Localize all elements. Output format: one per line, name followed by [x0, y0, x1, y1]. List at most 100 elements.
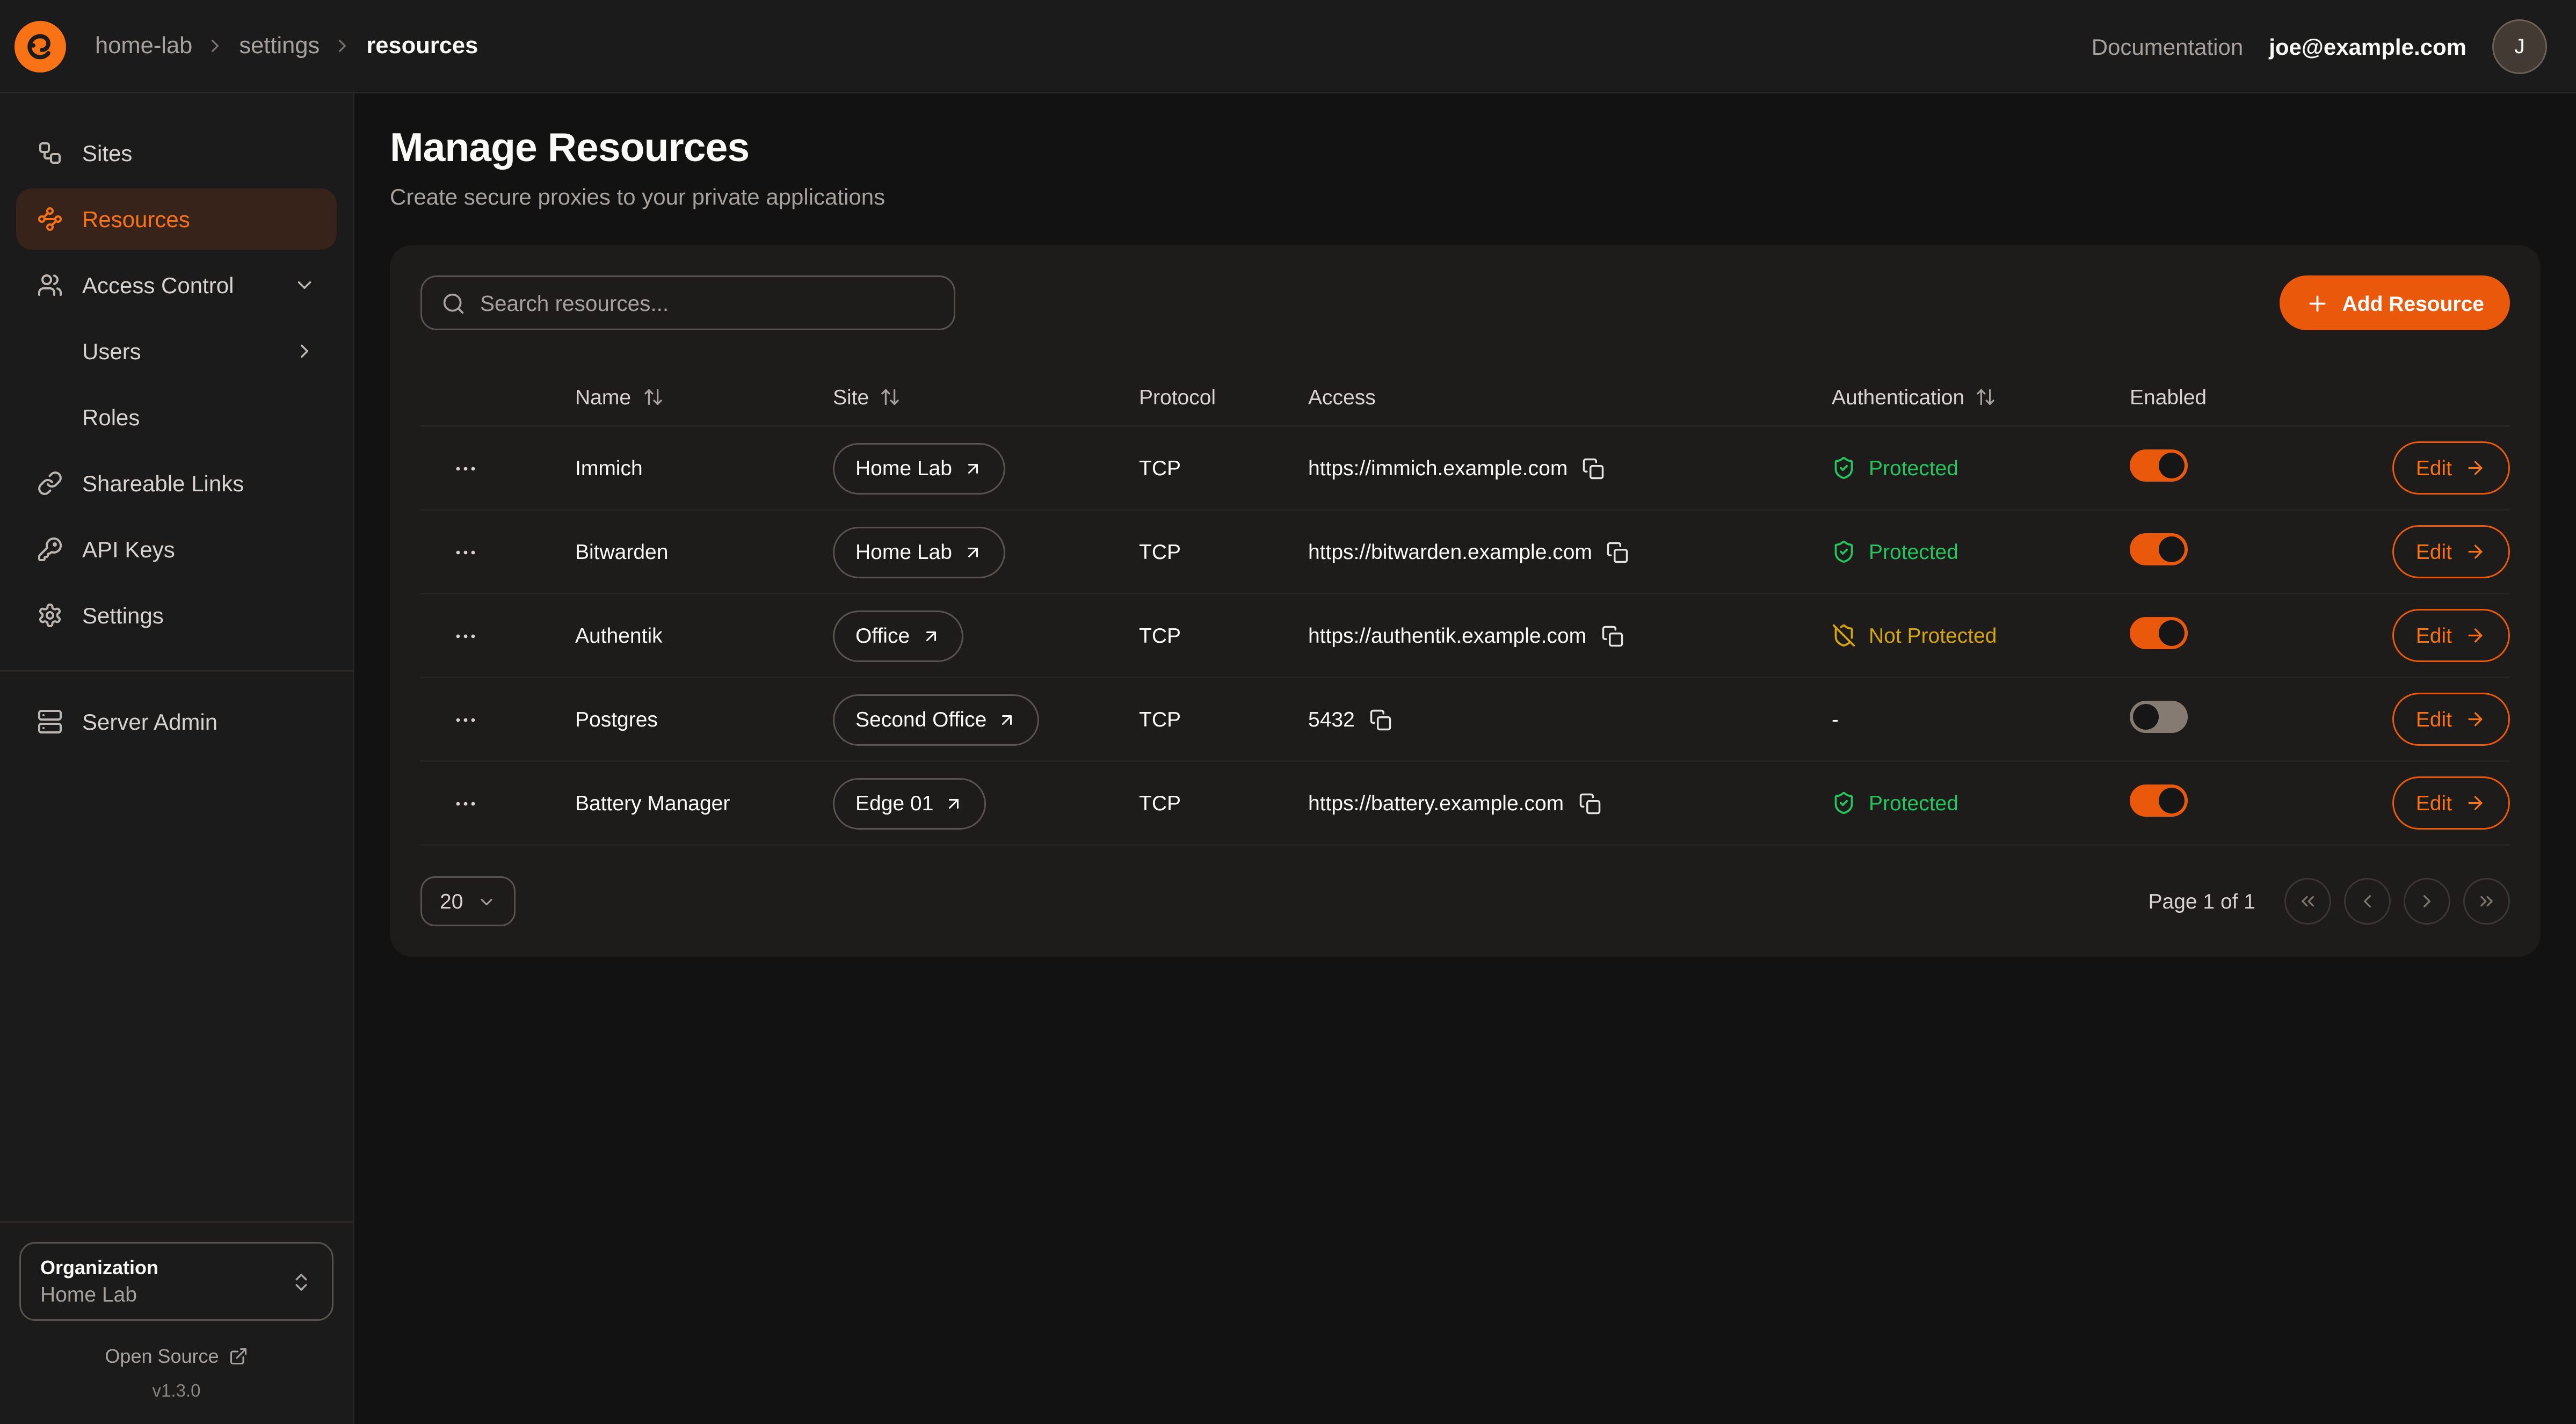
prev-page-button[interactable]	[2344, 878, 2391, 925]
copy-button[interactable]	[1578, 792, 1601, 815]
pangolin-logo-icon[interactable]	[13, 19, 68, 74]
gear-icon	[37, 602, 63, 628]
resource-access: https://authentik.example.com	[1308, 623, 1586, 648]
plus-icon	[2305, 291, 2330, 315]
enabled-toggle[interactable]	[2130, 617, 2188, 649]
resource-protocol: TCP	[1139, 707, 1308, 731]
sort-icon	[880, 387, 901, 408]
copy-button[interactable]	[1582, 457, 1605, 479]
edit-button[interactable]: Edit	[2392, 441, 2510, 495]
sidebar-item-settings[interactable]: Settings	[16, 585, 337, 646]
sidebar-item-label: Settings	[82, 602, 164, 628]
resources-card: Add Resource Name Site Protocol Acc	[390, 245, 2541, 957]
sidebar-item-api-keys[interactable]: API Keys	[16, 519, 337, 580]
chevrons-up-down-icon	[290, 1270, 313, 1293]
auth-status: Protected	[1832, 540, 2130, 564]
site-link[interactable]: Office	[833, 610, 963, 662]
sidebar-item-server-admin[interactable]: Server Admin	[16, 691, 337, 752]
pagination-controls: Page 1 of 1	[2149, 878, 2510, 925]
arrow-right-icon	[2465, 625, 2486, 646]
next-page-button[interactable]	[2404, 878, 2450, 925]
site-link[interactable]: Edge 01	[833, 778, 986, 829]
row-menu-button[interactable]	[420, 707, 575, 732]
arrow-up-right-icon	[998, 710, 1017, 729]
site-link[interactable]: Home Lab	[833, 442, 1005, 494]
edit-button[interactable]: Edit	[2392, 609, 2510, 662]
column-header-site[interactable]: Site	[833, 385, 1139, 409]
resource-access: https://immich.example.com	[1308, 456, 1568, 480]
page-title: Manage Resources	[390, 126, 2541, 172]
first-page-button[interactable]	[2284, 878, 2331, 925]
server-icon	[37, 709, 63, 735]
edit-button[interactable]: Edit	[2392, 693, 2510, 746]
site-link[interactable]: Second Office	[833, 694, 1040, 745]
shield-check-icon	[1832, 791, 1856, 815]
row-menu-button[interactable]	[420, 790, 575, 816]
auth-status: Protected	[1832, 456, 2130, 480]
topbar: home-lab settings resources Documentatio…	[0, 0, 2576, 93]
resource-name: Immich	[575, 456, 833, 480]
copy-button[interactable]	[1607, 541, 1629, 563]
sidebar-item-label: Roles	[82, 404, 140, 430]
row-menu-button[interactable]	[420, 455, 575, 481]
table-row: Postgres Second Office TCP 5432 - Edit	[420, 678, 2510, 762]
search-icon	[441, 291, 466, 315]
auth-status: Not Protected	[1832, 623, 2130, 648]
column-header-access: Access	[1308, 385, 1832, 409]
copy-icon	[1607, 541, 1629, 563]
chevron-down-icon	[477, 892, 497, 911]
sidebar-item-roles[interactable]: Roles	[16, 387, 337, 448]
copy-button[interactable]	[1601, 624, 1623, 647]
chevron-down-icon	[293, 274, 316, 296]
last-page-button[interactable]	[2463, 878, 2510, 925]
sidebar-item-shareable-links[interactable]: Shareable Links	[16, 453, 337, 514]
add-resource-button[interactable]: Add Resource	[2280, 275, 2510, 330]
resource-access: 5432	[1308, 707, 1355, 731]
key-icon	[37, 536, 63, 562]
resource-protocol: TCP	[1139, 623, 1308, 648]
sidebar-divider	[0, 670, 353, 672]
copy-icon	[1582, 457, 1605, 479]
enabled-toggle[interactable]	[2130, 449, 2188, 482]
edit-button[interactable]: Edit	[2392, 776, 2510, 830]
documentation-link[interactable]: Documentation	[2092, 33, 2244, 59]
chevron-right-icon	[293, 340, 316, 362]
ellipsis-icon	[453, 623, 478, 649]
enabled-toggle[interactable]	[2130, 784, 2188, 817]
column-header-name[interactable]: Name	[575, 385, 833, 409]
main-content: Manage Resources Create secure proxies t…	[354, 93, 2576, 1424]
site-link[interactable]: Home Lab	[833, 526, 1005, 578]
chevron-right-icon	[2417, 891, 2437, 912]
row-menu-button[interactable]	[420, 623, 575, 649]
breadcrumb-settings[interactable]: settings	[239, 33, 320, 59]
edit-button[interactable]: Edit	[2392, 525, 2510, 578]
copy-button[interactable]	[1369, 708, 1392, 731]
sort-icon	[642, 387, 663, 408]
avatar[interactable]: J	[2492, 19, 2547, 74]
pagination-buttons	[2284, 878, 2510, 925]
arrow-up-right-icon	[963, 542, 983, 562]
shield-off-icon	[1832, 623, 1856, 648]
enabled-toggle[interactable]	[2130, 533, 2188, 565]
sidebar-item-access-control[interactable]: Access Control	[16, 255, 337, 316]
workflow-icon	[37, 140, 63, 166]
ellipsis-icon	[453, 707, 478, 732]
external-link-icon	[229, 1347, 248, 1366]
sidebar-item-sites[interactable]: Sites	[16, 122, 337, 184]
breadcrumb-org[interactable]: home-lab	[95, 33, 192, 59]
page-size-select[interactable]: 20	[420, 876, 516, 926]
column-header-authentication[interactable]: Authentication	[1832, 385, 2130, 409]
sort-icon	[1976, 387, 1997, 408]
copy-icon	[1601, 624, 1623, 647]
user-email[interactable]: joe@example.com	[2269, 33, 2466, 59]
row-menu-button[interactable]	[420, 539, 575, 565]
sidebar-item-resources[interactable]: Resources	[16, 188, 337, 250]
auth-status: -	[1832, 707, 2130, 731]
enabled-toggle[interactable]	[2130, 701, 2188, 733]
organization-switcher[interactable]: Organization Home Lab	[19, 1242, 333, 1321]
search-input[interactable]	[480, 291, 934, 315]
open-source-link[interactable]: Open Source	[19, 1345, 333, 1368]
sidebar-item-users[interactable]: Users	[16, 321, 337, 382]
resource-name: Bitwarden	[575, 540, 833, 564]
resource-access: https://bitwarden.example.com	[1308, 540, 1592, 564]
